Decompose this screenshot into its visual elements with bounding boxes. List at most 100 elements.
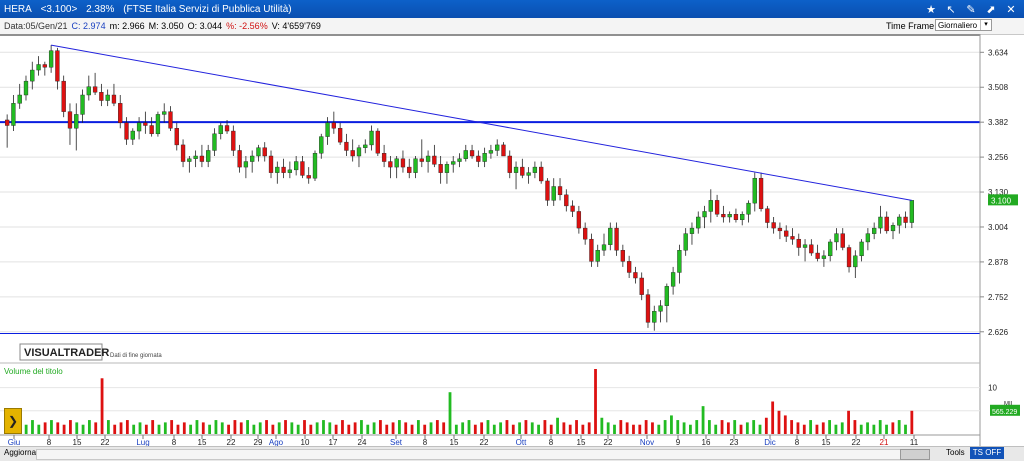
candle-body — [130, 130, 135, 140]
volume-bar — [802, 424, 806, 434]
info-max: M: 3.050 — [148, 21, 184, 31]
volume-bar — [461, 422, 465, 434]
volume-bar — [821, 422, 825, 434]
candle-body — [457, 158, 462, 162]
volume-bar — [360, 420, 363, 434]
volume-bar — [847, 410, 850, 434]
candle-body — [444, 164, 450, 173]
y-tick-label: 2.626 — [988, 328, 1009, 337]
chevron-down-icon[interactable]: ▾ — [980, 20, 991, 30]
volume-bar — [910, 410, 914, 434]
close-icon[interactable]: ✕ — [1002, 1, 1020, 17]
volume-bar — [252, 424, 256, 434]
volume-bar — [138, 422, 142, 434]
volume-bar — [771, 401, 775, 434]
candle-body — [180, 144, 186, 162]
ts-off-button[interactable]: TS OFF — [970, 447, 1004, 459]
volume-bar — [657, 424, 661, 434]
volume-bar — [473, 424, 477, 434]
candle-body — [859, 241, 864, 257]
play-icon[interactable]: ❯ — [4, 408, 22, 434]
volume-bar — [840, 422, 844, 434]
volume-bar — [777, 410, 781, 434]
volume-bar — [284, 420, 287, 434]
volume-bar — [707, 420, 711, 434]
volume-bar — [62, 424, 66, 434]
timeframe-select[interactable]: Giornaliero ▾ — [935, 19, 992, 31]
candle-body — [802, 244, 808, 248]
x-tick-label: 8 — [423, 438, 428, 446]
candle-body — [721, 214, 726, 218]
candle-body — [218, 125, 223, 135]
chart-background — [0, 34, 980, 446]
volume-bar — [859, 424, 863, 434]
volume-bar — [189, 424, 193, 434]
candle-body — [758, 177, 764, 209]
volume-bar — [752, 420, 756, 434]
tools-button[interactable]: Tools — [946, 448, 965, 457]
candle-body — [821, 255, 827, 259]
candle-body — [425, 155, 431, 162]
candle-body — [344, 141, 349, 151]
candle-body — [36, 64, 41, 71]
arrow-icon[interactable]: ↖ — [942, 1, 960, 17]
candle-body — [740, 214, 745, 220]
candle-body — [432, 155, 437, 165]
candle-body — [463, 150, 468, 159]
x-tick-label: 8 — [172, 438, 177, 446]
candle-body — [884, 216, 889, 232]
candle-body — [872, 227, 877, 234]
volume-bar — [644, 420, 648, 434]
candle-body — [865, 233, 871, 243]
volume-tick-label: 10 — [988, 384, 997, 393]
candle-body — [17, 94, 22, 104]
candle-body — [853, 255, 858, 268]
x-tick-label: 29 — [254, 438, 263, 446]
edit-icon[interactable]: ✎ — [962, 1, 980, 17]
volume-bar — [385, 424, 389, 434]
volume-bar — [144, 424, 148, 434]
candle-body — [300, 161, 305, 176]
candle-body — [199, 155, 205, 162]
volume-bar — [303, 420, 306, 434]
timeframe-value: Giornaliero — [938, 21, 978, 30]
bottom-toolbar: Aggiorna Tools TS OFF — [0, 446, 1024, 461]
share-icon[interactable]: ⬈ — [982, 1, 1000, 17]
volume-bar — [208, 424, 212, 434]
candle-body — [714, 200, 720, 215]
info-volume: V: 4'659'769 — [271, 21, 321, 31]
volume-bar — [625, 422, 629, 434]
candle-body — [557, 186, 563, 196]
candle-body — [30, 69, 35, 82]
volume-bar — [562, 422, 566, 434]
volume-bar — [594, 369, 597, 434]
price-chart[interactable]: 3.6343.5083.3823.2563.1303.0042.8782.752… — [0, 34, 1024, 446]
candle-body — [86, 86, 91, 96]
x-tick-label: 15 — [198, 438, 207, 446]
volume-bar — [505, 420, 509, 434]
volume-bar — [739, 424, 743, 434]
candle-body — [890, 225, 896, 232]
y-tick-label: 2.752 — [988, 293, 1009, 302]
candle-body — [262, 147, 267, 157]
candle-body — [155, 114, 161, 135]
y-tick-label: 3.634 — [988, 48, 1009, 57]
candle-body — [702, 211, 707, 218]
pin-icon[interactable]: ★ — [922, 1, 940, 17]
candle-body — [55, 50, 60, 82]
timeframe-label: Time Frame — [886, 21, 935, 31]
x-tick-label: 15 — [450, 438, 459, 446]
volume-bar — [119, 422, 123, 434]
volume-bar — [391, 422, 395, 434]
volume-bar — [866, 422, 869, 434]
candle-body — [243, 161, 249, 168]
scrollbar-thumb[interactable] — [900, 449, 930, 460]
volume-bar — [113, 424, 117, 434]
volume-bar — [632, 424, 635, 434]
horizontal-scrollbar[interactable] — [36, 449, 903, 460]
x-tick-label: 8 — [549, 438, 554, 446]
volume-bar — [37, 424, 41, 434]
volume-bar — [347, 424, 351, 434]
candle-body — [526, 172, 531, 176]
update-button[interactable]: Aggiorna — [4, 448, 36, 457]
